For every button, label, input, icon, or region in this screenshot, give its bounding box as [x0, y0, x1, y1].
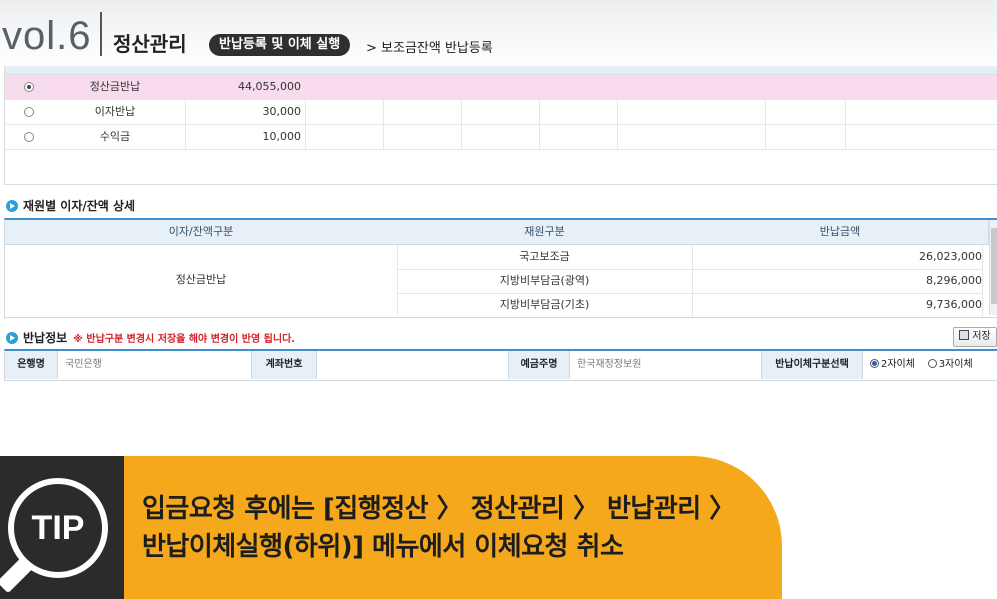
- radio-unselected-icon: [927, 359, 937, 368]
- detail-table: 이자/잔액구분 재원구분 반납금액 정산금반납 국고보조금 26,023,000…: [4, 218, 997, 318]
- bullet-arrow-icon: [6, 332, 18, 344]
- amount-cell: 9,736,000: [692, 293, 983, 317]
- amount-cell: 8,296,000: [692, 269, 983, 294]
- col-header-source: 재원구분: [397, 220, 693, 245]
- col-header-type: 이자/잔액구분: [5, 220, 398, 245]
- scrollbar-thumb[interactable]: [991, 228, 997, 304]
- refund-amount: 44,055,000: [185, 75, 306, 99]
- amount-cell: 26,023,000: [692, 245, 983, 270]
- bank-field[interactable]: 국민은행: [57, 351, 252, 379]
- holder-field[interactable]: 한국재정정보원: [569, 351, 762, 379]
- transfer-type-options: 2자이체 3자이체: [862, 351, 996, 379]
- source-cell: 국고보조금: [397, 245, 693, 270]
- page-title: 정산관리: [113, 32, 187, 56]
- refund-section-title: 반납정보 ※ 반납구분 변경시 저장을 해야 변경이 반영 됩니다.: [6, 329, 295, 346]
- refund-type: 이자반납: [45, 100, 186, 124]
- refund-info-row: 은행명 국민은행 계좌번호 예금주명 한국재정정보원 반납이체구분선택 2자이체…: [4, 349, 997, 381]
- source-cell: 지방비부담금(광역): [397, 269, 693, 294]
- tip-text: 입금요청 후에는 [집행정산 〉 정산관리 〉 반납관리 〉 반납이체실행(하위…: [142, 494, 735, 562]
- option-3-radio[interactable]: 3자이체: [927, 359, 973, 370]
- table-row[interactable]: 이자반납 30,000: [5, 100, 997, 125]
- save-button[interactable]: 저장: [953, 327, 997, 347]
- row-radio[interactable]: [24, 107, 34, 117]
- table-header-strip: [5, 66, 997, 75]
- warning-text: ※ 반납구분 변경시 저장을 해야 변경이 반영 됩니다.: [73, 334, 296, 345]
- header-bar: vol.6 정산관리 반납등록 및 이체 실행 > 보조금잔액 반납등록: [0, 0, 997, 66]
- refund-amount: 30,000: [185, 100, 306, 124]
- volume-label: vol.6: [2, 14, 92, 58]
- transfer-type-label: 반납이체구분선택: [762, 351, 863, 379]
- row-radio[interactable]: [24, 82, 34, 92]
- row-radio[interactable]: [24, 132, 34, 142]
- detail-group: 정산금반납: [5, 245, 398, 315]
- refund-amount: 10,000: [185, 125, 306, 149]
- section-pill: 반납등록 및 이체 실행: [209, 34, 351, 56]
- table-row[interactable]: 정산금반납 44,055,000: [5, 75, 997, 100]
- refund-type: 수익금: [45, 125, 186, 149]
- radio-selected-icon: [870, 359, 879, 368]
- source-cell: 지방비부담금(기초): [397, 293, 693, 317]
- account-label: 계좌번호: [252, 351, 317, 379]
- refund-type-table: 정산금반납 44,055,000 이자반납 30,000 수익금 10,000: [4, 66, 997, 185]
- tip-magnifier-icon: TIP: [8, 478, 108, 578]
- tip-banner: 입금요청 후에는 [집행정산 〉 정산관리 〉 반납관리 〉 반납이체실행(하위…: [124, 456, 782, 599]
- col-header-amount: 반납금액: [692, 220, 989, 245]
- option-2-radio[interactable]: 2자이체: [870, 359, 915, 370]
- vertical-scrollbar[interactable]: [989, 220, 997, 315]
- table-row[interactable]: 수익금 10,000: [5, 125, 997, 150]
- detail-section-title: 재원별 이자/잔액 상세: [6, 197, 135, 214]
- refund-type: 정산금반납: [45, 75, 186, 99]
- holder-label: 예금주명: [509, 351, 570, 379]
- breadcrumb: > 보조금잔액 반납등록: [366, 41, 493, 56]
- bullet-arrow-icon: [6, 200, 18, 212]
- header-divider: [100, 12, 102, 56]
- account-field[interactable]: [316, 351, 509, 379]
- bank-label: 은행명: [5, 351, 58, 379]
- floppy-disk-icon: [959, 330, 970, 340]
